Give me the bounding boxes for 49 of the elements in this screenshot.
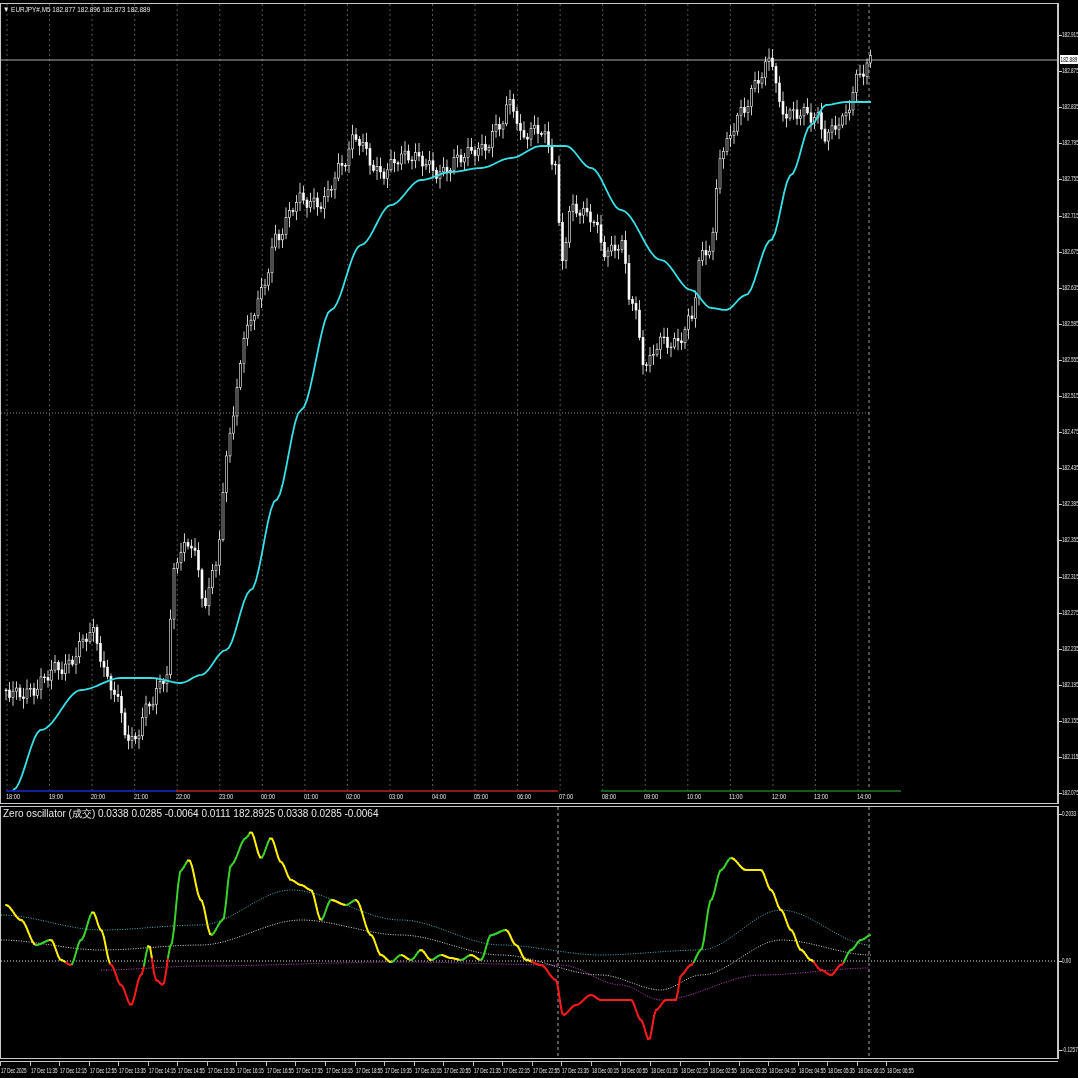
oscillator-value-label: -0.1257 xyxy=(1062,1046,1078,1054)
time-label: 21:00 xyxy=(133,792,148,801)
chart-title: ▼ EURJPY#,M5 182.877 182.896 182.873 182.889 xyxy=(3,5,151,14)
time-label: 11:00 xyxy=(729,792,743,801)
time-label: 18:00 xyxy=(6,792,20,801)
oscillator-value-label: 0.2033 xyxy=(1062,810,1077,818)
price-label: 182.075 xyxy=(1062,789,1078,798)
time-label: 00:00 xyxy=(261,792,276,801)
price-label: 182.555 xyxy=(1062,355,1078,364)
price-label: 182.235 xyxy=(1062,644,1078,653)
price-label: 182.195 xyxy=(1062,680,1078,689)
oscillator-value-label: 0.00 xyxy=(1062,957,1072,965)
current-price-label: 182.889 xyxy=(1060,55,1078,64)
time-label: 04:00 xyxy=(431,792,446,801)
time-label: 10:00 xyxy=(686,792,701,801)
time-label: 07:00 xyxy=(559,792,574,801)
time-label: 12:00 xyxy=(771,792,786,801)
price-label: 182.355 xyxy=(1062,536,1078,545)
time-label: 08:00 xyxy=(601,792,616,801)
price-label: 182.715 xyxy=(1062,211,1078,220)
price-label: 182.275 xyxy=(1062,608,1078,617)
price-label: 182.675 xyxy=(1062,247,1078,256)
time-label: 13:00 xyxy=(814,792,829,801)
time-label: 09:00 xyxy=(644,792,659,801)
time-label: 19:00 xyxy=(48,792,63,801)
price-label: 182.795 xyxy=(1062,139,1078,148)
price-label: 182.395 xyxy=(1062,500,1078,509)
price-label: 182.835 xyxy=(1062,103,1078,112)
time-label: 05:00 xyxy=(474,792,489,801)
price-label: 182.155 xyxy=(1062,716,1078,725)
time-label: 06:00 xyxy=(516,792,531,801)
price-label: 182.435 xyxy=(1062,464,1078,473)
time-label: 20:00 xyxy=(91,792,106,801)
time-label: 22:00 xyxy=(176,792,191,801)
price-label: 182.515 xyxy=(1062,392,1078,400)
price-label: 182.115 xyxy=(1062,753,1078,761)
time-label: 14:00 xyxy=(857,792,871,801)
price-label: 182.875 xyxy=(1062,67,1078,76)
price-label: 182.915 xyxy=(1062,31,1078,39)
time-label: 01:00 xyxy=(303,792,318,801)
price-label: 182.475 xyxy=(1062,428,1078,437)
price-label: 182.315 xyxy=(1062,572,1078,581)
price-label: 182.595 xyxy=(1062,319,1078,328)
time-label: 03:00 xyxy=(388,792,403,801)
indicator-title: Zero oscillator (成交) 0.0338 0.0285 -0.0064 0.0111 182.8925 0.0338 0.0285 -0.0064 xyxy=(3,808,379,820)
price-label: 182.635 xyxy=(1062,283,1078,292)
price-label: 182.755 xyxy=(1062,175,1078,184)
time-label: 23:00 xyxy=(218,792,233,801)
time-label: 02:00 xyxy=(346,792,361,801)
